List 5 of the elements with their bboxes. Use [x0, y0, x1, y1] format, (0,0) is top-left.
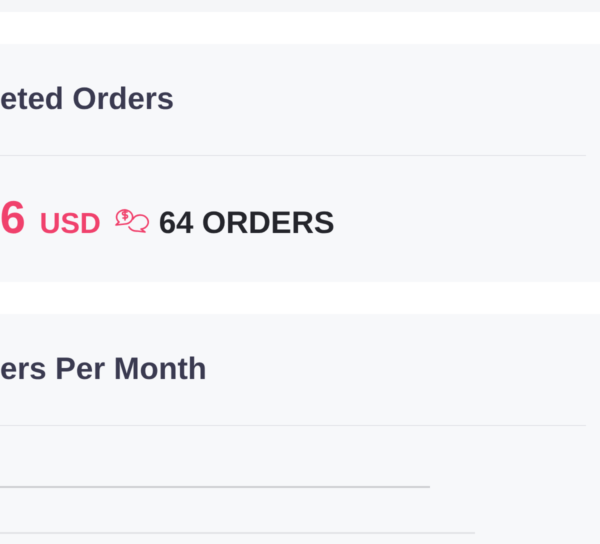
orders-count: 64 ORDERS — [158, 205, 335, 241]
card-title: ers Per Month — [0, 350, 208, 388]
currency-label: USD — [40, 208, 101, 241]
amount-value: 6 — [0, 192, 26, 242]
card-title: eted Orders — [0, 80, 176, 118]
